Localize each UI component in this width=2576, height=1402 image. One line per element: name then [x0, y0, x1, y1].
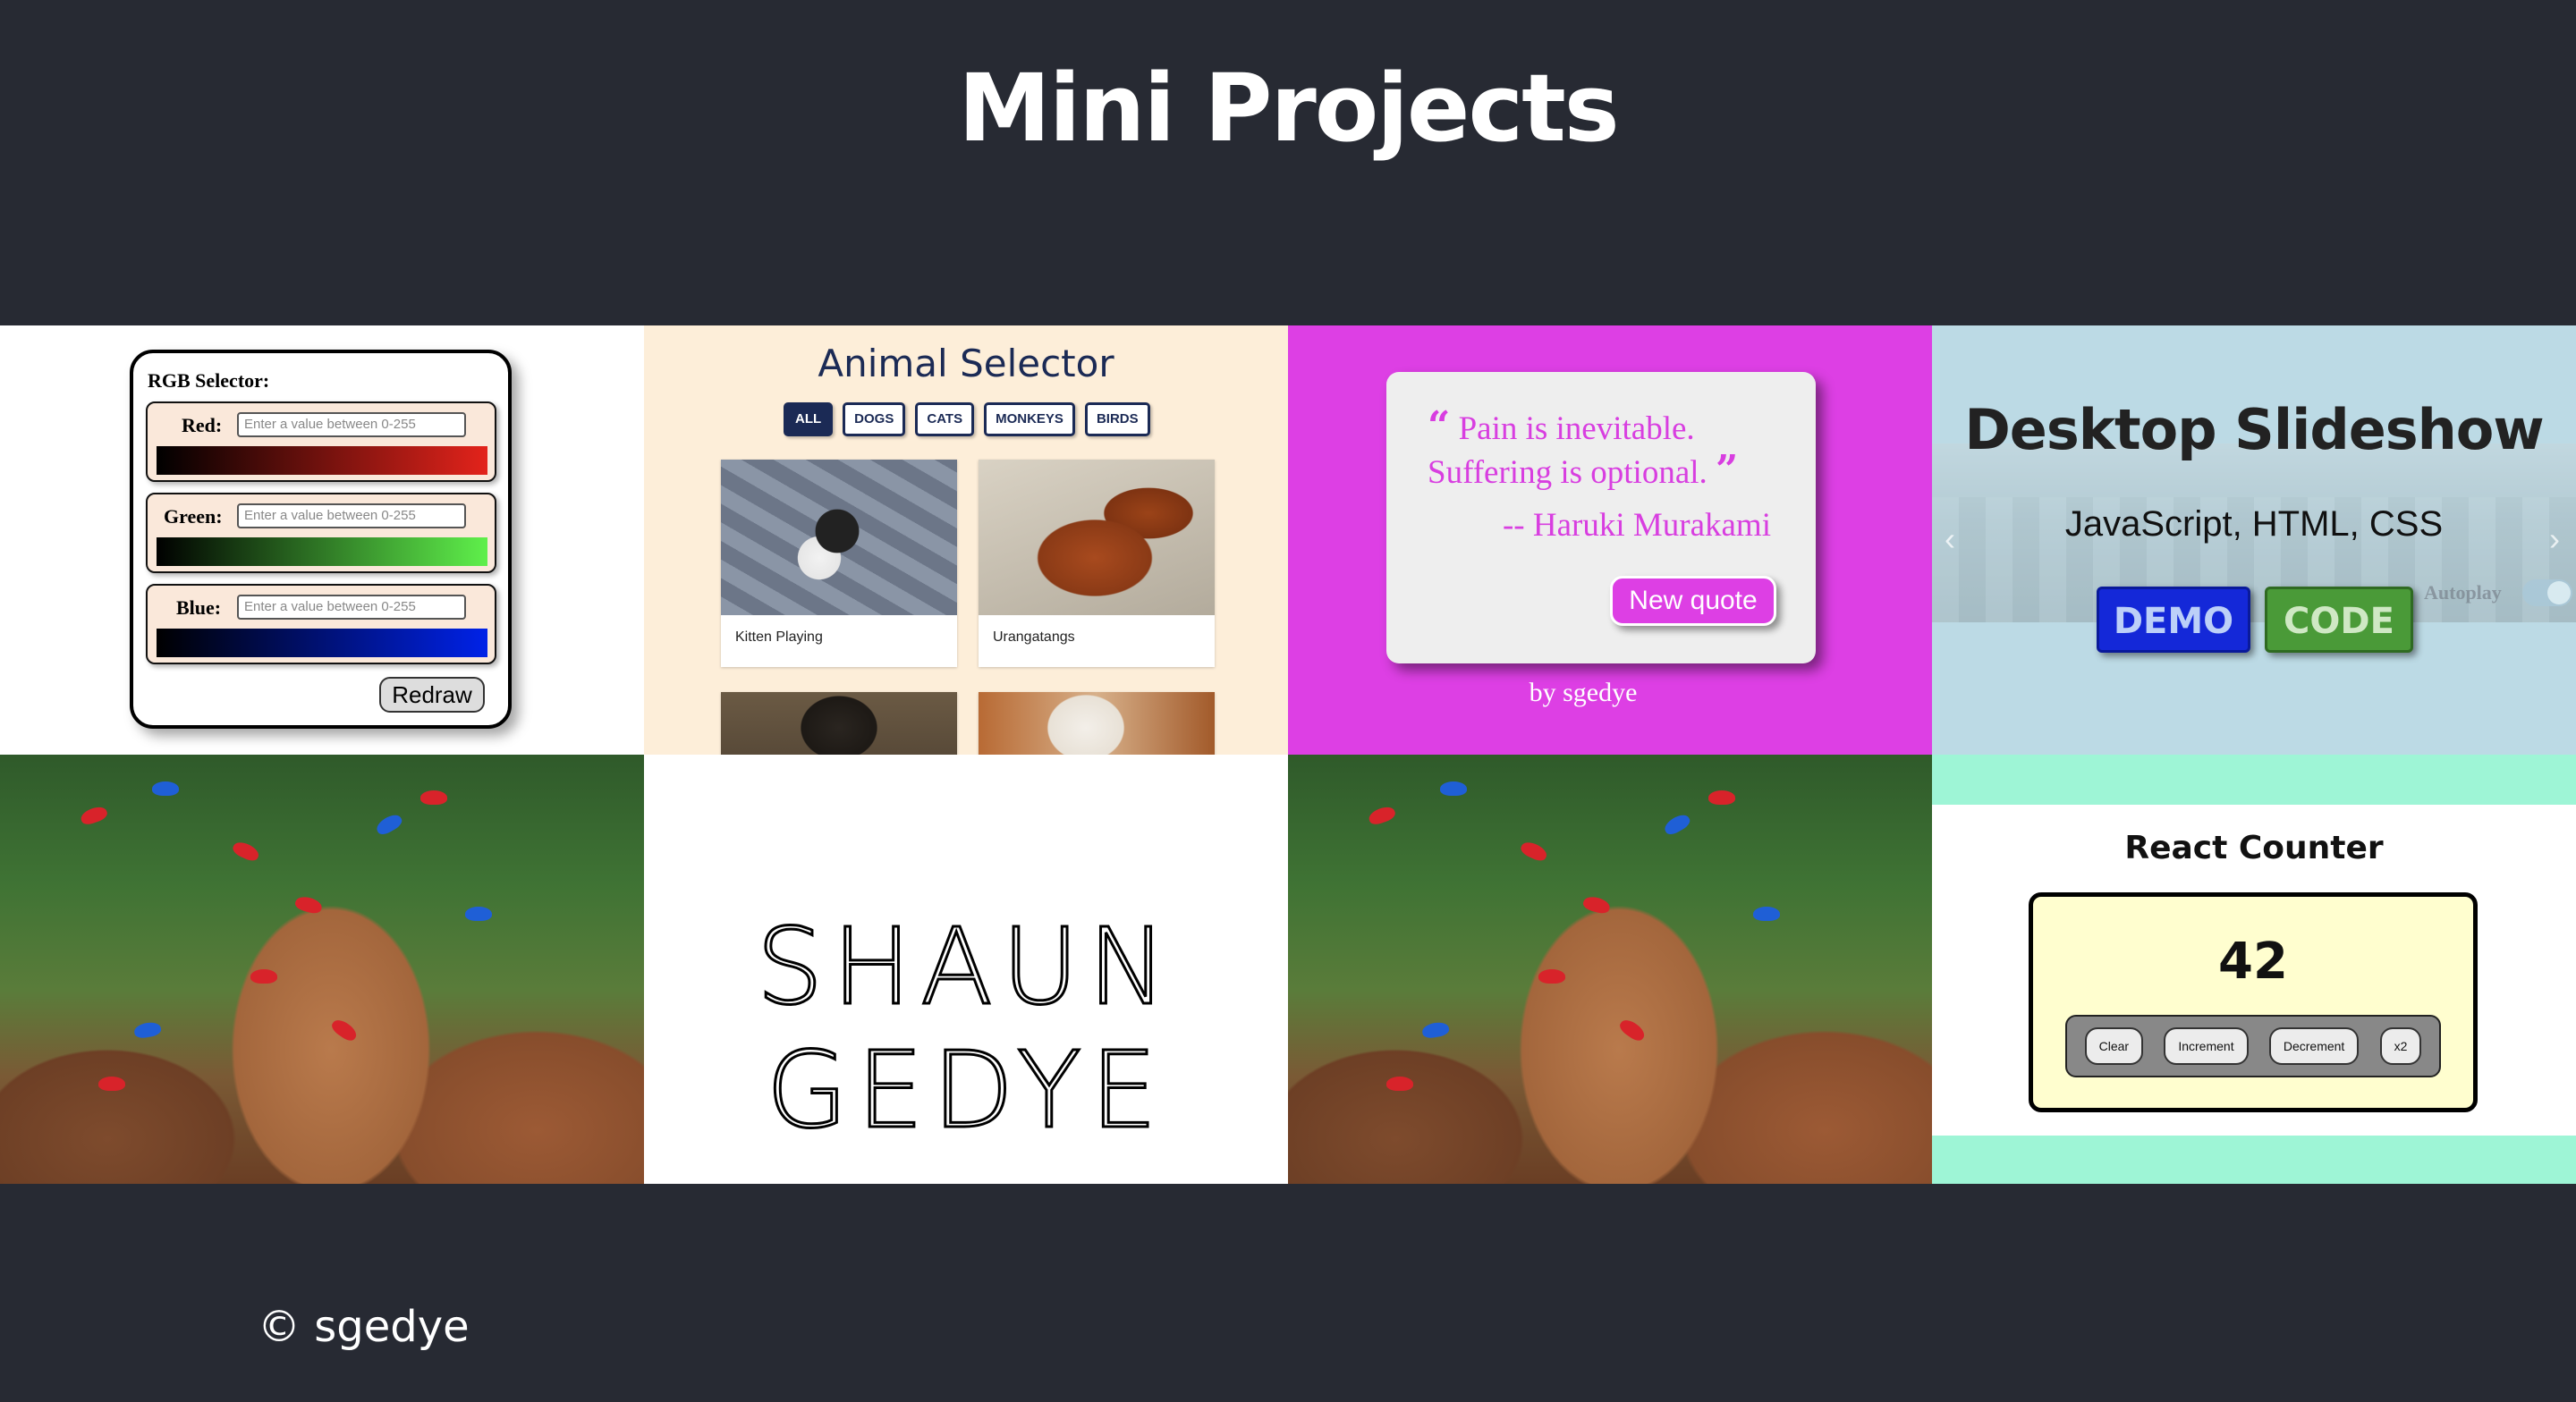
filter-all-button[interactable]: ALL [784, 402, 834, 436]
new-quote-button[interactable]: New quote [1610, 576, 1776, 626]
bird-shape [1420, 1020, 1451, 1040]
bird-shape [231, 839, 261, 864]
autoplay-label: Autoplay [2424, 581, 2502, 604]
red-value-input[interactable]: Enter a value between 0-255 [237, 412, 466, 437]
footer-copyright: © sgedye [258, 1302, 470, 1352]
filter-monkeys-button[interactable]: MONKEYS [984, 402, 1075, 436]
animal-card[interactable] [721, 692, 957, 755]
project-tile-signature[interactable]: SHAUN GEDYE [644, 755, 1288, 1184]
orangutan-photo [979, 460, 1215, 615]
redraw-button[interactable]: Redraw [379, 677, 485, 713]
animal-card-caption: Urangatangs [993, 629, 1075, 645]
bird-shape [1519, 839, 1549, 864]
bird-shape [329, 1016, 360, 1044]
blue-value-input[interactable]: Enter a value between 0-255 [237, 595, 466, 620]
decrement-button[interactable]: Decrement [2268, 1027, 2360, 1065]
project-tile-quote-generator[interactable]: “ Pain is inevitable. Suffering is optio… [1288, 325, 1932, 755]
bird-shape [374, 811, 404, 838]
counter-button-bar: Clear Increment Decrement x2 [2065, 1015, 2441, 1077]
kitten-photo [721, 460, 957, 615]
bird-shape [1386, 1077, 1413, 1091]
bird-shape [1367, 804, 1397, 827]
rgb-row-blue: Blue: Enter a value between 0-255 [146, 584, 496, 664]
animal-card[interactable]: Kitten Playing [721, 460, 957, 667]
autoplay-toggle[interactable] [2522, 579, 2572, 606]
bird-shape [152, 781, 179, 796]
open-quote-icon: “ [1428, 403, 1451, 449]
bird-shape [1662, 811, 1692, 838]
bird-shape [293, 894, 324, 916]
rgb-label-red: Red: [182, 414, 223, 436]
bird-shape [250, 969, 277, 984]
parrots-photo [0, 755, 644, 1184]
quote-text: Pain is inevitable. Suffering is optiona… [1428, 410, 1707, 491]
quote-text-block: “ Pain is inevitable. Suffering is optio… [1428, 406, 1803, 494]
rgb-label-blue: Blue: [176, 596, 222, 619]
project-tile-parrots-photo[interactable] [0, 755, 644, 1184]
animal-filter-bar: ALL DOGS CATS MONKEYS BIRDS [784, 402, 1150, 436]
project-tile-rgb-selector[interactable]: RGB Selector: Red: Enter a value between… [0, 325, 644, 755]
bird-shape [132, 1020, 163, 1040]
rgb-title: RGB Selector: [148, 369, 270, 392]
double-button[interactable]: x2 [2379, 1027, 2422, 1065]
animal-card[interactable] [979, 692, 1215, 755]
signature-text: SHAUN GEDYE [755, 904, 1176, 1153]
rgb-selector-card: RGB Selector: Red: Enter a value between… [130, 350, 512, 729]
counter-value: 42 [2218, 933, 2288, 991]
quote-card: “ Pain is inevitable. Suffering is optio… [1386, 372, 1816, 663]
rgb-row-green: Green: Enter a value between 0-255 [146, 493, 496, 573]
bird-shape [1708, 790, 1735, 805]
project-tile-desktop-slideshow[interactable]: ‹ › Desktop Slideshow JavaScript, HTML, … [1932, 325, 2576, 755]
bird-shape [1753, 907, 1780, 921]
bird-shape [98, 1077, 125, 1091]
animal-selector-title: Animal Selector [818, 342, 1114, 385]
close-quote-icon: ” [1716, 447, 1739, 493]
quote-byline: by sgedye [1529, 678, 1638, 707]
slideshow-title: Desktop Slideshow [1964, 397, 2544, 462]
increment-button[interactable]: Increment [2164, 1027, 2249, 1065]
react-counter-title: React Counter [2124, 830, 2384, 866]
project-tile-react-counter[interactable]: React Counter 42 Clear Increment Decreme… [1932, 755, 2576, 1184]
bird-shape [420, 790, 447, 805]
rgb-row-red: Red: Enter a value between 0-255 [146, 401, 496, 482]
demo-button[interactable]: DEMO [2097, 587, 2250, 653]
projects-grid: RGB Selector: Red: Enter a value between… [0, 325, 2576, 1184]
blue-gradient-bar [157, 629, 487, 657]
animal-card-caption: Kitten Playing [735, 629, 823, 645]
animal-card[interactable]: Urangatangs [979, 460, 1215, 667]
project-tile-animal-selector[interactable]: Animal Selector ALL DOGS CATS MONKEYS BI… [644, 325, 1288, 755]
slideshow-subtitle: JavaScript, HTML, CSS [2064, 504, 2444, 544]
filter-dogs-button[interactable]: DOGS [843, 402, 906, 436]
bird-shape [79, 804, 109, 827]
green-value-input[interactable]: Enter a value between 0-255 [237, 503, 466, 528]
bird-shape [465, 907, 492, 921]
bird-shape [1538, 969, 1565, 984]
page-title: Mini Projects [958, 54, 1619, 163]
code-button[interactable]: CODE [2265, 587, 2413, 653]
parrots-photo [1288, 755, 1932, 1184]
bird-shape [1617, 1016, 1648, 1044]
counter-box: 42 Clear Increment Decrement x2 [2029, 892, 2478, 1112]
filter-cats-button[interactable]: CATS [915, 402, 975, 436]
rgb-label-green: Green: [164, 505, 223, 528]
quote-author: -- Haruki Murakami [1502, 507, 1771, 544]
monkey-photo [721, 692, 957, 755]
clear-button[interactable]: Clear [2084, 1027, 2144, 1065]
red-gradient-bar [157, 446, 487, 475]
project-tile-parrots-photo-2[interactable] [1288, 755, 1932, 1184]
filter-birds-button[interactable]: BIRDS [1084, 402, 1150, 436]
bird-shape [1581, 894, 1612, 916]
green-gradient-bar [157, 537, 487, 566]
dog-photo [979, 692, 1215, 755]
bird-shape [1440, 781, 1467, 796]
